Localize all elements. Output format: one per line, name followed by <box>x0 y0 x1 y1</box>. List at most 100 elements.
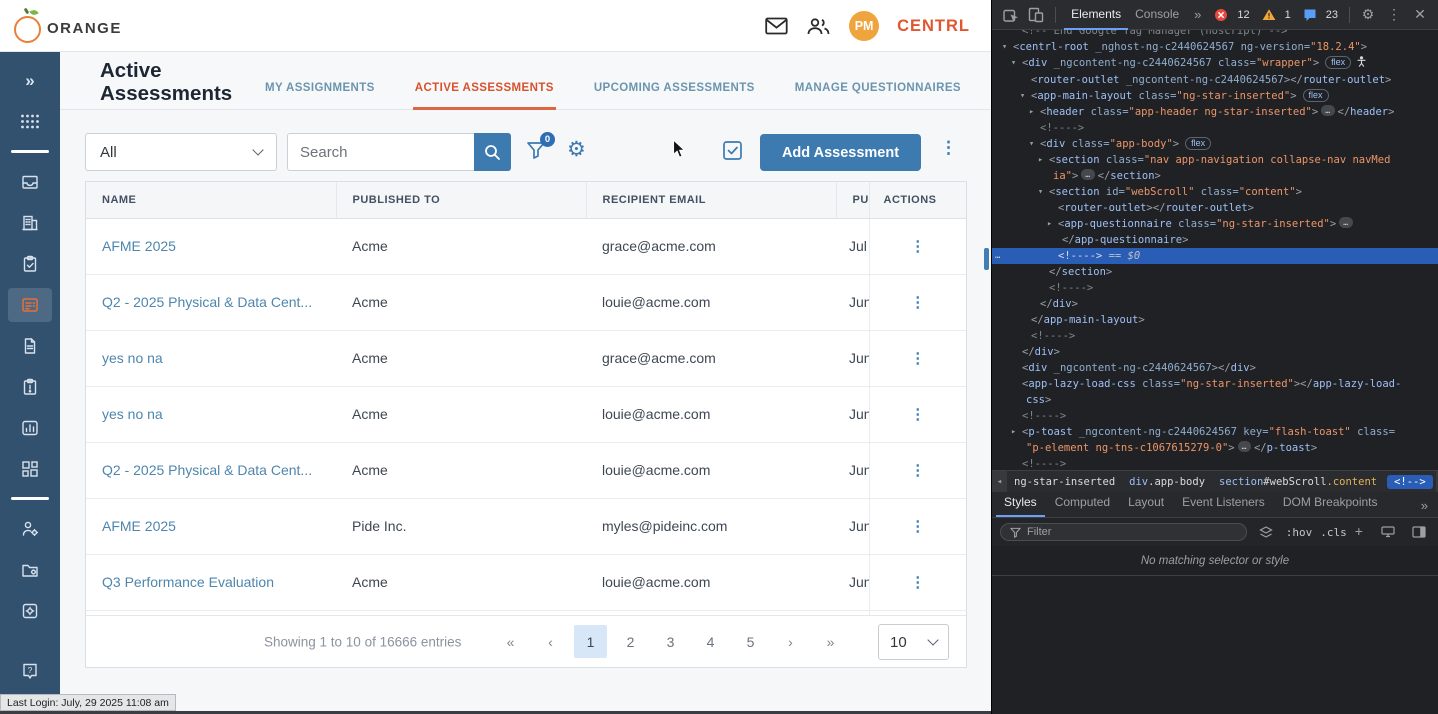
toggle-class-editor[interactable]: .cls <box>1320 526 1347 539</box>
search-input[interactable] <box>287 133 474 171</box>
styles-more-tabs-icon[interactable]: » <box>1421 498 1434 517</box>
dom-tree-line[interactable]: ▸<p-toast _ngcontent-ng-c2440624567 key=… <box>992 424 1438 440</box>
collapsed-content-ellipsis-icon[interactable]: … <box>1238 441 1251 452</box>
sidebar-item-inbox[interactable] <box>8 165 52 199</box>
page-button-2[interactable]: 2 <box>614 625 647 658</box>
last-page-button[interactable]: » <box>814 625 847 658</box>
tab-my-assignments[interactable]: MY ASSIGNMENTS <box>263 82 377 110</box>
dom-tree-line[interactable]: <app-lazy-load-css class="ng-star-insert… <box>992 376 1438 392</box>
dom-tree-line[interactable]: ia">…</section> <box>992 168 1438 184</box>
sidebar-item-active-assessments[interactable] <box>8 288 52 322</box>
dom-tree-line[interactable]: </div> <box>992 296 1438 312</box>
collapsed-content-ellipsis-icon[interactable]: … <box>1339 217 1352 228</box>
dom-tree-line[interactable]: </div> <box>992 344 1438 360</box>
element-state-layers-icon[interactable] <box>1255 520 1278 544</box>
add-assessment-button[interactable]: Add Assessment <box>760 134 921 171</box>
page-button-5[interactable]: 5 <box>734 625 767 658</box>
dom-tree-line[interactable]: <!----> <box>992 280 1438 296</box>
panel-layout-icon[interactable] <box>1407 520 1430 544</box>
assessment-name-link[interactable]: AFME 2025 <box>102 518 176 534</box>
collapsed-content-ellipsis-icon[interactable]: … <box>1321 105 1334 116</box>
dom-tree-line[interactable]: <router-outlet _ngcontent-ng-c2440624567… <box>992 72 1438 88</box>
sidebar-item-user-settings[interactable] <box>8 512 52 546</box>
styles-tab-computed[interactable]: Computed <box>1047 490 1118 517</box>
dom-tree-line[interactable]: ▾<div class="app-body">flex <box>992 136 1438 152</box>
row-actions-kebab-icon[interactable]: ⋮ <box>910 406 925 423</box>
page-button-1[interactable]: 1 <box>574 625 607 658</box>
expand-arrow-open-icon[interactable]: ▾ <box>1029 136 1040 152</box>
avatar[interactable]: PM <box>849 11 879 41</box>
dom-tree-line[interactable]: "p-element ng-tns-c1067615279-0">…</p-to… <box>992 440 1438 456</box>
sidebar-item-analytics[interactable] <box>8 411 52 445</box>
sidebar-item-organizations[interactable] <box>8 206 52 240</box>
dom-tree-line[interactable]: <!----> <box>992 328 1438 344</box>
expand-arrow-open-icon[interactable]: ▾ <box>1038 184 1049 200</box>
sidebar-item-documents[interactable] <box>8 329 52 363</box>
dom-tree-line[interactable]: ▸<app-questionnaire class="ng-star-inser… <box>992 216 1438 232</box>
row-actions-kebab-icon[interactable]: ⋮ <box>910 574 925 591</box>
toolbar-kebab-icon[interactable]: ⋮ <box>940 138 957 158</box>
page-button-4[interactable]: 4 <box>694 625 727 658</box>
filter-funnel-button[interactable]: 0 <box>525 139 547 166</box>
collapsed-content-ellipsis-icon[interactable]: … <box>1081 169 1094 180</box>
mail-icon[interactable] <box>765 17 788 35</box>
issues-icon[interactable] <box>1298 3 1322 27</box>
page-button-3[interactable]: 3 <box>654 625 687 658</box>
devtools-tab-console[interactable]: Console <box>1128 0 1186 30</box>
warning-icon[interactable] <box>1257 3 1281 27</box>
expand-arrow-closed-icon[interactable]: ▸ <box>1029 104 1040 120</box>
dom-tree-line[interactable]: ▸<section class="nav app-navigation coll… <box>992 152 1438 168</box>
first-page-button[interactable]: « <box>494 625 527 658</box>
device-toolbar-icon[interactable] <box>1026 3 1048 27</box>
sidebar-item-help[interactable]: ? <box>8 654 52 688</box>
dom-tree-line[interactable]: ▸<header class="app-header ng-star-inser… <box>992 104 1438 120</box>
assessment-name-link[interactable]: yes no na <box>102 350 163 366</box>
assessment-name-link[interactable]: AFME 2025 <box>102 238 176 254</box>
tab-upcoming-assessments[interactable]: UPCOMING ASSESSMENTS <box>592 82 757 110</box>
flex-badge[interactable]: flex <box>1325 56 1351 69</box>
styles-filter-input[interactable]: Filter <box>1000 523 1247 541</box>
dom-tree-line[interactable]: <!----> <box>992 408 1438 424</box>
dom-tree-line[interactable]: ▾<app-main-layout class="ng-star-inserte… <box>992 88 1438 104</box>
devtools-tab-elements[interactable]: Elements <box>1064 0 1128 30</box>
dom-tree-line[interactable]: ▾<section id="webScroll" class="content"… <box>992 184 1438 200</box>
sidebar-item-apps[interactable] <box>8 105 52 139</box>
breadcrumb-item[interactable]: ng-star-inserted <box>1007 476 1122 488</box>
styles-tab-event-listeners[interactable]: Event Listeners <box>1174 490 1273 517</box>
error-icon[interactable] <box>1209 3 1233 27</box>
row-actions-kebab-icon[interactable]: ⋮ <box>910 518 925 535</box>
styles-tab-layout[interactable]: Layout <box>1120 490 1172 517</box>
expand-arrow-closed-icon[interactable]: ▸ <box>1011 424 1022 440</box>
dom-tree-line[interactable]: <!----> <box>992 120 1438 136</box>
dom-tree-line[interactable]: <div _ngcontent-ng-c2440624567></div> <box>992 360 1438 376</box>
breadcrumb-item[interactable]: section#webScroll.content <box>1212 476 1384 488</box>
expand-arrow-closed-icon[interactable]: ▸ <box>1038 152 1049 168</box>
expand-arrow-open-icon[interactable]: ▾ <box>1020 88 1031 104</box>
filter-dropdown[interactable]: All <box>85 133 277 171</box>
dom-tree-line[interactable]: css> <box>992 392 1438 408</box>
devtools-close-icon[interactable]: ✕ <box>1408 3 1432 27</box>
bulk-select-button[interactable] <box>722 140 743 166</box>
row-actions-kebab-icon[interactable]: ⋮ <box>910 294 925 311</box>
devtools-settings-gear-icon[interactable]: ⚙ <box>1356 3 1380 27</box>
sidebar-item-folder-settings[interactable] <box>8 553 52 587</box>
new-style-rule-icon[interactable]: + <box>1355 523 1363 539</box>
sidebar-item-widgets[interactable] <box>8 452 52 486</box>
breadcrumb-scroll-left-icon[interactable]: ◂ <box>992 471 1007 493</box>
dom-tree-line[interactable]: </app-main-layout> <box>992 312 1438 328</box>
search-button[interactable] <box>474 133 511 171</box>
settings-button[interactable]: ⚙ <box>567 139 586 161</box>
dom-tree-line[interactable]: <router-outlet></router-outlet> <box>992 200 1438 216</box>
dom-tree-line[interactable]: <!----> <box>992 456 1438 470</box>
dom-tree-line[interactable]: </section> <box>992 264 1438 280</box>
vertical-scrollbar-thumb[interactable] <box>984 248 989 270</box>
expand-arrow-closed-icon[interactable]: ▸ <box>1047 216 1058 232</box>
tab-active-assessments[interactable]: ACTIVE ASSESSMENTS <box>413 82 556 110</box>
expand-arrow-open-icon[interactable]: ▾ <box>1011 55 1022 71</box>
toggle-hover-state[interactable]: :hov <box>1286 526 1313 539</box>
expand-arrow-open-icon[interactable]: ▾ <box>1002 39 1013 55</box>
assessment-name-link[interactable]: Q2 - 2025 Physical & Data Cent... <box>102 462 312 478</box>
sidebar-collapse-button[interactable]: » <box>8 64 52 98</box>
sidebar-item-app-settings[interactable] <box>8 594 52 628</box>
row-actions-kebab-icon[interactable]: ⋮ <box>910 238 925 255</box>
